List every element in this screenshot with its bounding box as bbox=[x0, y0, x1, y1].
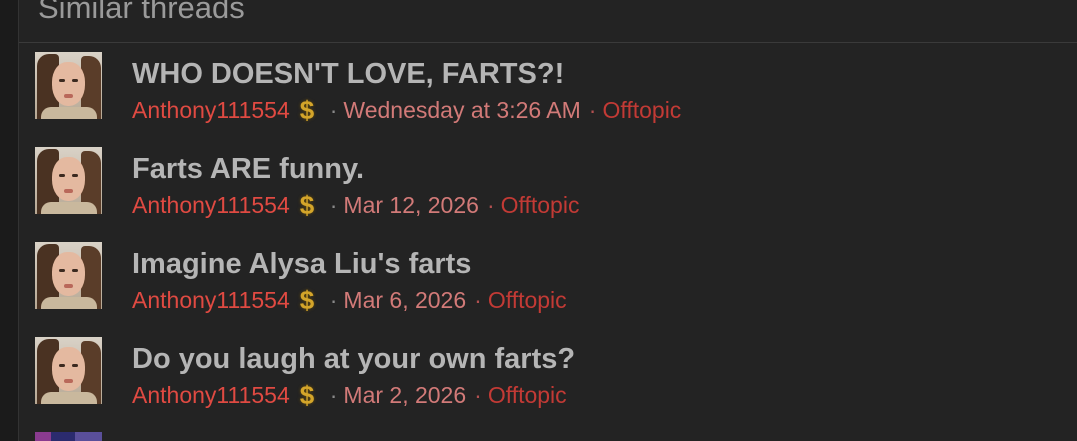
thread-meta: Anthony111554 $ · Mar 2, 2026 · Offtopic bbox=[132, 381, 567, 409]
thread-date-link[interactable]: Mar 2, 2026 bbox=[343, 381, 466, 409]
meta-separator: · bbox=[329, 382, 338, 408]
avatar[interactable] bbox=[35, 242, 102, 309]
similar-threads-panel: Similar threads WHO DOESN'T LOVE, FARTS?… bbox=[18, 0, 1077, 441]
meta-separator: · bbox=[588, 97, 597, 123]
forum-link[interactable]: Offtopic bbox=[501, 191, 580, 219]
section-header: Similar threads bbox=[38, 0, 245, 25]
author-link[interactable]: Anthony111554 bbox=[132, 191, 290, 219]
thread-date-link[interactable]: Mar 6, 2026 bbox=[343, 286, 466, 314]
thread-date-link[interactable]: Wednesday at 3:26 AM bbox=[343, 96, 580, 124]
thread-date-link[interactable]: Mar 12, 2026 bbox=[343, 191, 479, 219]
avatar[interactable] bbox=[35, 432, 102, 441]
header-divider bbox=[19, 42, 1077, 43]
dollar-badge-icon: $ bbox=[299, 380, 315, 410]
thread-item: Imagine Alysa Liu's farts Anthony111554 … bbox=[19, 234, 1077, 324]
thread-item: Farts ARE funny. Anthony111554 $ · Mar 1… bbox=[19, 139, 1077, 229]
thread-item: Do you laugh at your own farts? Anthony1… bbox=[19, 329, 1077, 419]
meta-separator: · bbox=[486, 192, 495, 218]
thread-meta: Anthony111554 $ · Wednesday at 3:26 AM ·… bbox=[132, 96, 681, 124]
dollar-badge-icon: $ bbox=[299, 190, 315, 220]
forum-link[interactable]: Offtopic bbox=[602, 96, 681, 124]
meta-separator: · bbox=[329, 287, 338, 313]
meta-separator: · bbox=[474, 382, 482, 408]
meta-separator: · bbox=[329, 192, 338, 218]
thread-item: WHO DOESN'T LOVE, FARTS?! Anthony111554 … bbox=[19, 44, 1077, 134]
forum-link[interactable]: Offtopic bbox=[488, 381, 567, 409]
avatar[interactable] bbox=[35, 337, 102, 404]
avatar[interactable] bbox=[35, 52, 102, 119]
forum-link[interactable]: Offtopic bbox=[488, 286, 567, 314]
avatar[interactable] bbox=[35, 147, 102, 214]
thread-title-link[interactable]: Imagine Alysa Liu's farts bbox=[132, 246, 471, 282]
meta-separator: · bbox=[329, 97, 338, 123]
thread-title-link[interactable]: Do you laugh at your own farts? bbox=[132, 341, 575, 377]
meta-separator: · bbox=[474, 287, 482, 313]
thread-title-link[interactable]: WHO DOESN'T LOVE, FARTS?! bbox=[132, 56, 564, 92]
author-link[interactable]: Anthony111554 bbox=[132, 286, 290, 314]
thread-meta: Anthony111554 $ · Mar 12, 2026 · Offtopi… bbox=[132, 191, 579, 219]
dollar-badge-icon: $ bbox=[299, 285, 315, 315]
author-link[interactable]: Anthony111554 bbox=[132, 381, 290, 409]
thread-title-link[interactable]: Farts ARE funny. bbox=[132, 151, 364, 187]
author-link[interactable]: Anthony111554 bbox=[132, 96, 290, 124]
thread-meta: Anthony111554 $ · Mar 6, 2026 · Offtopic bbox=[132, 286, 567, 314]
dollar-badge-icon: $ bbox=[299, 95, 315, 125]
